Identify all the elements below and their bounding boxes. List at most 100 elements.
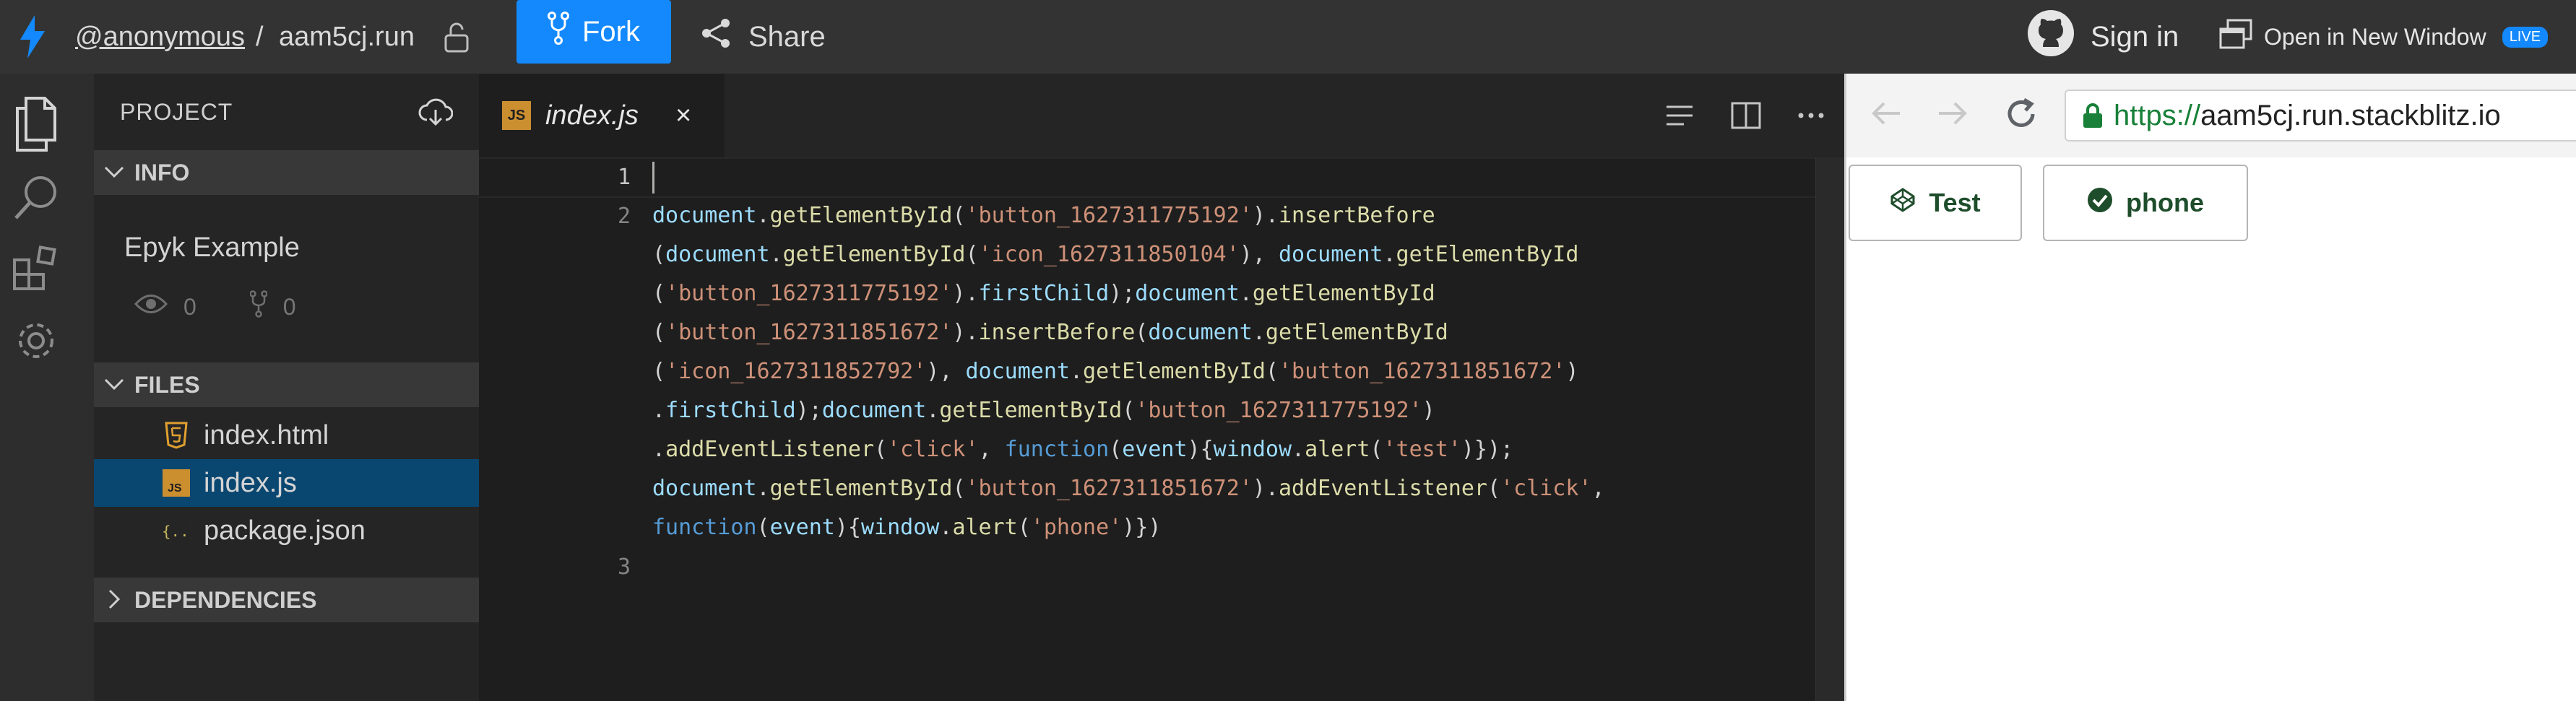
- more-actions-icon[interactable]: [1797, 101, 1825, 134]
- info-section-label: INFO: [134, 159, 190, 186]
- preview-url-field[interactable]: https:// aam5cj.run.stackblitz.io: [2065, 90, 2576, 141]
- file-item-index-html[interactable]: index.html: [94, 412, 479, 459]
- file-item-index-js[interactable]: JS index.js: [94, 459, 479, 507]
- code-token: document: [821, 398, 927, 423]
- file-item-package-json[interactable]: {..} package.json: [94, 507, 479, 554]
- code-token: ),: [1239, 242, 1279, 267]
- code-token: event: [769, 515, 835, 540]
- phone-button[interactable]: phone: [2043, 165, 2248, 241]
- code-token: (: [965, 242, 979, 267]
- code-token: (: [952, 476, 966, 501]
- eye-icon: [134, 293, 168, 321]
- code-line: function(event){window.alert('phone')}): [652, 508, 1605, 547]
- project-header-label: PROJECT: [120, 98, 233, 125]
- code-token: .: [1252, 320, 1266, 345]
- dependencies-section-label: DEPENDENCIES: [134, 586, 317, 613]
- check-circle-icon: [2087, 187, 2113, 219]
- code-token: (: [1109, 437, 1123, 462]
- sign-in-button[interactable]: Sign in: [2027, 0, 2179, 74]
- code-token: (: [1265, 359, 1279, 384]
- dependencies-section-header[interactable]: DEPENDENCIES: [94, 578, 479, 622]
- word-wrap-icon[interactable]: [1664, 101, 1695, 134]
- code-line: .firstChild);document.getElementById('bu…: [652, 391, 1605, 430]
- code-token: getElementById: [939, 398, 1123, 423]
- line-number: 3: [617, 554, 631, 580]
- forks-count: 0: [282, 293, 296, 320]
- fork-label: Fork: [582, 15, 640, 48]
- code-token: insertBefore: [1278, 203, 1435, 228]
- code-token: ): [1422, 398, 1435, 423]
- chevron-down-icon: [101, 159, 127, 191]
- extensions-icon[interactable]: [0, 232, 72, 305]
- code-token: document: [965, 359, 1070, 384]
- open-new-window-button[interactable]: Open in New Window LIVE: [2219, 0, 2549, 74]
- tab-label: index.js: [545, 100, 639, 131]
- code-token: 'button_1627311775192': [1135, 398, 1422, 423]
- stackblitz-logo-icon[interactable]: [7, 0, 58, 74]
- code-token: ): [1565, 359, 1579, 384]
- live-badge: LIVE: [2502, 26, 2549, 48]
- code-token: getElementById: [1265, 320, 1448, 345]
- files-icon[interactable]: [0, 88, 72, 160]
- code-token: 'click': [1500, 476, 1592, 501]
- code-token: 'button_1627311775192': [665, 281, 953, 306]
- code-token: );: [795, 398, 822, 423]
- code-token: (: [1370, 437, 1383, 462]
- settings-gear-icon[interactable]: [0, 305, 72, 377]
- reload-icon[interactable]: [2002, 95, 2040, 136]
- preview-address-bar: https:// aam5cj.run.stackblitz.io: [1846, 74, 2576, 157]
- code-token: insertBefore: [978, 320, 1136, 345]
- code-token: addEventListener: [1278, 476, 1487, 501]
- back-arrow-icon[interactable]: [1868, 95, 1904, 135]
- code-token: firstChild: [665, 398, 796, 423]
- code-token: ,: [978, 437, 1005, 462]
- search-icon[interactable]: [0, 160, 72, 232]
- code-token: 'click': [887, 437, 979, 462]
- js-icon: JS: [162, 469, 191, 497]
- sidebar: PROJECT INFO Epyk Example 0 0 FILES inde…: [94, 74, 479, 701]
- fork-button[interactable]: Fork: [517, 0, 671, 64]
- project-header: PROJECT: [94, 74, 479, 150]
- split-editor-icon[interactable]: [1730, 101, 1762, 134]
- code-token: addEventListener: [665, 437, 875, 462]
- test-button[interactable]: Test: [1849, 165, 2022, 241]
- code-token: (: [874, 437, 888, 462]
- editor-tab-bar: JS index.js ×: [479, 74, 1844, 157]
- close-icon[interactable]: ×: [675, 100, 691, 131]
- code-token: .: [652, 398, 666, 423]
- unlock-icon[interactable]: [444, 0, 470, 74]
- code-token: getElementById: [782, 242, 966, 267]
- project-title: Epyk Example: [124, 232, 300, 263]
- open-new-window-label: Open in New Window: [2264, 23, 2486, 50]
- code-token: getElementById: [1252, 281, 1435, 306]
- forward-arrow-icon[interactable]: [1935, 95, 1971, 135]
- code-line: ('button_1627311851672').insertBefore(do…: [652, 313, 1605, 352]
- code-token: (: [756, 515, 770, 540]
- code-token: getElementById: [1396, 242, 1579, 267]
- code-token: 'icon_1627311850104': [978, 242, 1240, 267]
- html5-icon: [162, 421, 191, 450]
- info-section-header[interactable]: INFO: [94, 150, 479, 195]
- share-icon: [701, 17, 732, 56]
- code-token: (: [652, 359, 666, 384]
- tab-index-js[interactable]: JS index.js ×: [479, 74, 725, 157]
- top-bar: @anonymous / aam5cj.run Fork Share Sign …: [0, 0, 2576, 74]
- code-token: (: [652, 281, 666, 306]
- code-token: );: [1109, 281, 1136, 306]
- editor-scrollbar[interactable]: [1815, 157, 1844, 701]
- code-token: (: [1135, 320, 1149, 345]
- code-token: document: [1148, 320, 1253, 345]
- share-button[interactable]: Share: [701, 0, 826, 74]
- files-section-header[interactable]: FILES: [94, 362, 479, 407]
- code-token: (: [1017, 515, 1031, 540]
- user-link[interactable]: @anonymous: [75, 0, 245, 74]
- cloud-download-icon[interactable]: [418, 98, 454, 133]
- code-token: (: [652, 320, 666, 345]
- github-icon: [2027, 9, 2075, 64]
- code-line: (document.getElementById('icon_162731185…: [652, 235, 1605, 274]
- project-name[interactable]: aam5cj.run: [279, 0, 415, 74]
- line-number: 2: [617, 204, 631, 229]
- code-content[interactable]: document.getElementById('button_16273117…: [652, 196, 1605, 547]
- code-token: function: [1004, 437, 1110, 462]
- code-token: 'test': [1383, 437, 1461, 462]
